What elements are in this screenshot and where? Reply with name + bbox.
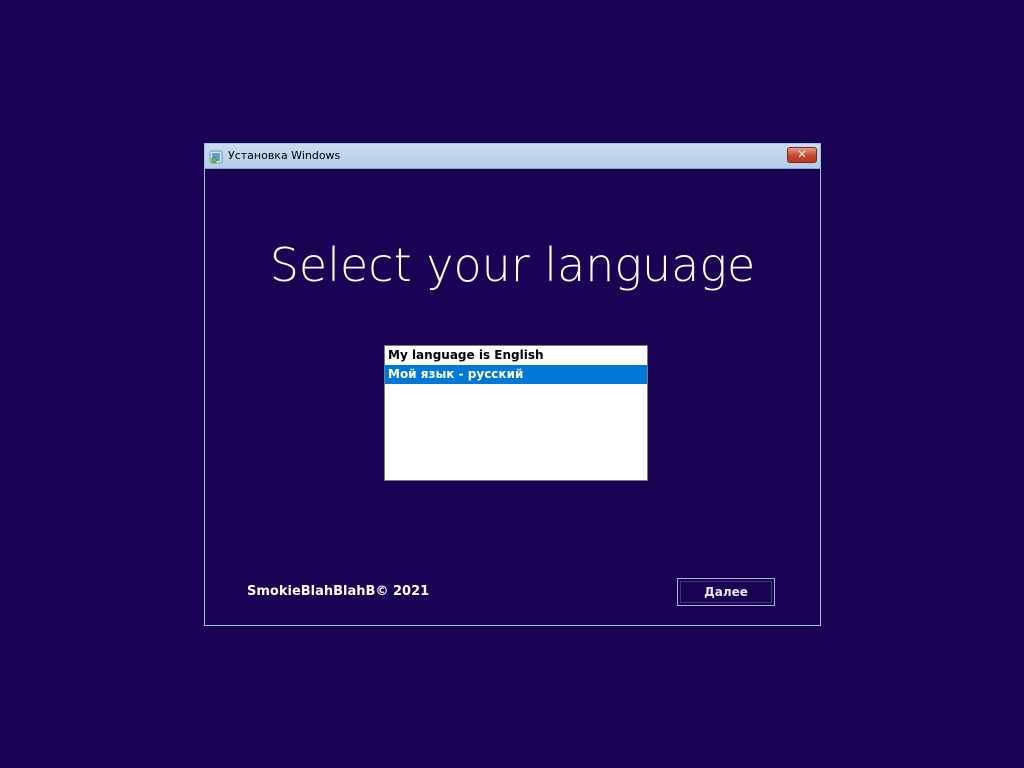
title-bar[interactable]: Установка Windows ✕ xyxy=(205,144,820,169)
setup-window: Установка Windows ✕ Select your language… xyxy=(204,143,821,626)
copyright-text: SmokieBlahBlahB© 2021 xyxy=(247,584,430,599)
language-listbox[interactable]: My language is English Мой язык - русски… xyxy=(384,345,648,481)
windows-setup-icon xyxy=(209,149,223,164)
close-icon: ✕ xyxy=(797,148,807,161)
next-button[interactable]: Далее xyxy=(677,578,775,606)
language-option-english[interactable]: My language is English xyxy=(385,346,647,365)
language-option-russian[interactable]: Мой язык - русский xyxy=(385,365,647,384)
window-title: Установка Windows xyxy=(228,149,341,162)
page-title: Select your language xyxy=(269,238,756,292)
close-button[interactable]: ✕ xyxy=(787,147,817,163)
next-button-label: Далее xyxy=(680,581,772,603)
